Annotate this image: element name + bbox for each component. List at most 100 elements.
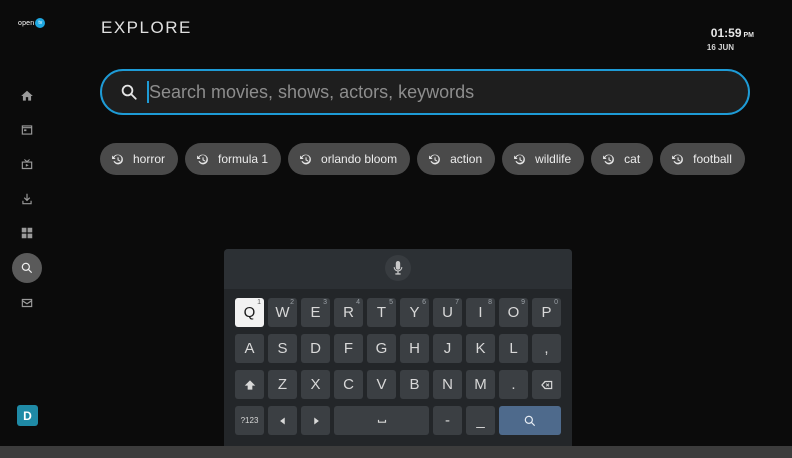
mail-icon [21,298,33,308]
key-z[interactable]: Z [268,370,297,399]
search-input[interactable] [149,81,709,103]
clock-date: 16 JUN [706,43,734,52]
recent-search-chip[interactable]: horror [100,143,179,175]
key-q[interactable]: Q1 [235,298,264,327]
dash-key[interactable]: - [433,406,462,435]
history-icon [429,154,441,164]
chip-label: cat [624,152,641,166]
recent-search-chip[interactable]: formula 1 [185,143,282,175]
recent-search-chip[interactable]: action [417,143,496,175]
key-label: D [310,340,321,357]
arrow-right-icon [313,417,319,424]
sidebar-item-guide[interactable] [12,115,42,145]
cursor-right-key[interactable] [301,406,330,435]
sidebar-item-downloads[interactable] [12,184,42,214]
chip-label: wildlife [535,152,572,166]
key-v[interactable]: V [367,370,396,399]
key-hint: 6 [422,299,426,306]
key-hint: 9 [521,299,525,306]
key-label: R [343,304,354,321]
key-label: K [475,340,486,357]
key-b[interactable]: B [400,370,429,399]
shift-key[interactable] [235,370,264,399]
tv-icon [21,159,33,170]
key-label: F [343,340,354,357]
key-t[interactable]: T5 [367,298,396,327]
keyboard-top-bar [224,249,572,289]
key-k[interactable]: K [466,334,495,363]
key-label: S [277,340,288,357]
key-l[interactable]: L [499,334,528,363]
profile-avatar[interactable]: D [17,405,38,426]
key-i[interactable]: I8 [466,298,495,327]
key-w[interactable]: W2 [268,298,297,327]
key-hint: 2 [290,299,294,306]
key-label: G [375,340,388,357]
voice-search-button[interactable] [385,255,411,281]
guide-icon [21,125,33,135]
underscore-key[interactable]: _ [466,406,495,435]
cursor-left-key[interactable] [268,406,297,435]
key-label: T [376,304,387,321]
key-h[interactable]: H [400,334,429,363]
key-comma[interactable]: , [532,334,561,363]
sidebar-item-apps[interactable] [12,218,42,248]
key-label: X [310,376,321,393]
key-label: A [244,340,255,357]
recent-search-chip[interactable]: cat [591,143,654,175]
key-m[interactable]: M [466,370,495,399]
sidebar-item-home[interactable] [12,81,42,111]
sidebar-item-messages[interactable] [12,288,42,318]
page-title: EXPLORE [101,18,192,37]
bottom-strip [0,446,792,458]
key-label: Z [277,376,288,393]
logo-badge: tv [35,18,46,28]
sidebar-item-tv[interactable] [12,150,42,180]
key-label: W [275,304,290,321]
key-y[interactable]: Y6 [400,298,429,327]
key-label: ?123 [240,416,259,425]
key-label: Q [243,304,256,321]
key-label: _ [476,412,485,429]
microphone-icon [393,261,403,275]
key-period[interactable]: . [499,370,528,399]
key-p[interactable]: P0 [532,298,561,327]
key-x[interactable]: X [301,370,330,399]
recent-search-chip[interactable]: wildlife [502,143,585,175]
key-u[interactable]: U7 [433,298,462,327]
symbols-key[interactable]: ?123 [235,406,264,435]
chip-label: action [450,152,483,166]
key-j[interactable]: J [433,334,462,363]
chip-label: football [693,152,732,166]
history-icon [603,154,615,164]
backspace-icon [540,380,552,389]
search-submit-key[interactable] [499,406,561,435]
key-n[interactable]: N [433,370,462,399]
space-key[interactable] [334,406,429,435]
key-e[interactable]: E3 [301,298,330,327]
search-box[interactable] [100,69,750,115]
key-c[interactable]: C [334,370,363,399]
sidebar-item-search[interactable] [12,253,42,283]
history-icon [197,154,208,164]
recent-search-chip[interactable]: football [660,143,745,175]
key-r[interactable]: R4 [334,298,363,327]
backspace-key[interactable] [532,370,561,399]
key-d[interactable]: D [301,334,330,363]
history-icon [112,154,123,164]
key-g[interactable]: G [367,334,396,363]
key-label: L [509,340,518,357]
key-f[interactable]: F [334,334,363,363]
key-hint: 3 [323,299,327,306]
key-label: I [478,304,483,321]
key-o[interactable]: O9 [499,298,528,327]
recent-search-chip[interactable]: orlando bloom [288,143,411,175]
on-screen-keyboard: Q 1 W 2 E 3 R 4 T 5 Y 6 U 7 I 8 O 9 P 0 A S D F G H J K L, Z X C V B N M. ?1… [224,249,572,446]
app-logo: open tv [18,16,46,30]
key-label: U [442,304,453,321]
clock: 01:59 PM 16 JUN [707,24,754,52]
chip-label: orlando bloom [321,152,398,166]
key-a[interactable]: A [235,334,264,363]
space-bar-icon [377,419,386,423]
key-s[interactable]: S [268,334,297,363]
